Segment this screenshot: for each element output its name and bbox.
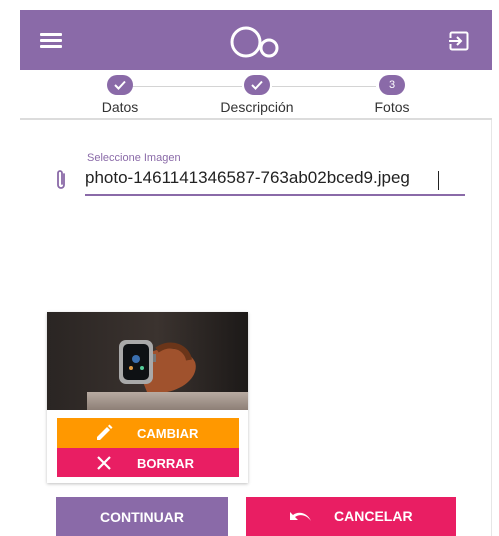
photo-card: CAMBIAR BORRAR xyxy=(47,312,248,483)
app-header xyxy=(20,10,492,70)
change-photo-label: CAMBIAR xyxy=(137,426,199,441)
cancel-label: CANCELAR xyxy=(334,508,413,524)
delete-photo-button[interactable]: BORRAR xyxy=(57,448,239,477)
step-label: Descripción xyxy=(220,99,294,115)
close-icon xyxy=(97,456,111,470)
step-fotos[interactable]: 3 Fotos xyxy=(332,75,452,115)
logout-icon[interactable] xyxy=(447,29,471,53)
continue-label: CONTINUAR xyxy=(100,508,184,525)
image-field-label: Seleccione Imagen xyxy=(87,152,181,164)
stepper: Datos Descripción 3 Fotos xyxy=(20,70,492,120)
text-caret xyxy=(438,171,439,190)
delete-photo-label: BORRAR xyxy=(137,456,195,471)
step-label: Fotos xyxy=(374,99,410,115)
image-file-input[interactable] xyxy=(85,166,465,196)
step-done-check-icon xyxy=(107,75,133,95)
step-done-check-icon xyxy=(244,75,270,95)
watch-photo xyxy=(47,312,248,410)
pencil-icon xyxy=(97,424,113,440)
step-number: 3 xyxy=(379,75,405,95)
hamburger-menu-icon[interactable] xyxy=(40,32,62,48)
undo-icon xyxy=(290,512,311,521)
step-datos[interactable]: Datos xyxy=(60,75,180,115)
photo-preview xyxy=(47,312,248,410)
cancel-button[interactable]: CANCELAR xyxy=(246,497,456,536)
change-photo-button[interactable]: CAMBIAR xyxy=(57,418,239,448)
step-descripcion[interactable]: Descripción xyxy=(197,75,317,115)
paperclip-icon[interactable] xyxy=(54,168,68,192)
bubbles-logo-icon xyxy=(230,26,279,58)
step-label: Datos xyxy=(101,99,139,115)
continue-button[interactable]: CONTINUAR xyxy=(56,497,228,536)
